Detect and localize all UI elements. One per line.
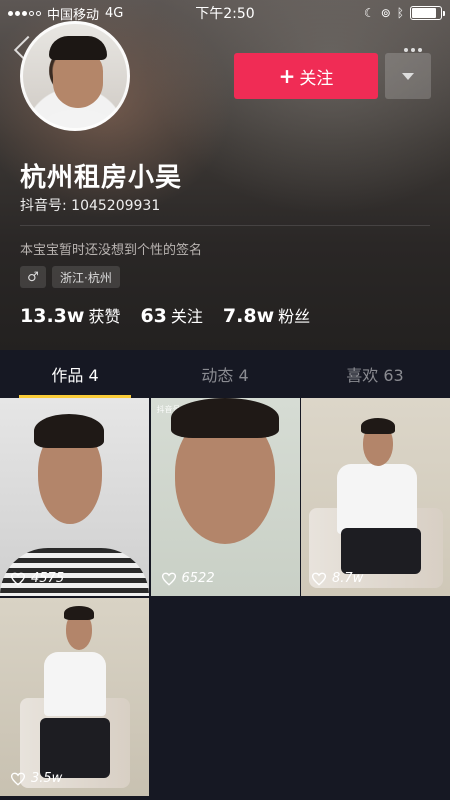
stat-likes: 13.3w 获赞: [20, 303, 120, 327]
location-tag: 浙江·杭州: [52, 266, 120, 288]
video-grid: 4575 抖音号:1045209931 6522 8.7w 3.5w: [0, 398, 450, 796]
stat-value: 7.8w: [222, 305, 275, 327]
profile-name: 杭州租房小吴: [20, 163, 183, 193]
more-options-icon[interactable]: [404, 48, 422, 52]
like-count-value: 3.5w: [31, 771, 63, 786]
profile-bio: 本宝宝暂时还没想到个性的签名: [20, 243, 203, 258]
rotation-lock-icon: ⊚: [380, 6, 391, 20]
profile-stats: 13.3w 获赞 63 关注 7.8w 粉丝: [20, 303, 310, 327]
moon-icon: ☾: [363, 6, 375, 20]
avatar[interactable]: [20, 21, 130, 131]
like-count-value: 6522: [181, 571, 215, 586]
like-count: 8.7w: [311, 571, 363, 586]
battery-icon: [410, 6, 445, 20]
douyin-id: 抖音号: 1045209931: [20, 198, 161, 214]
video-thumbnail[interactable]: 8.7w: [301, 398, 450, 596]
tab-likes[interactable]: 喜欢 63: [300, 350, 450, 398]
stat-label: 粉丝: [278, 307, 311, 326]
stat-followers[interactable]: 7.8w 粉丝: [223, 303, 310, 327]
follow-button[interactable]: + 关注: [234, 53, 378, 99]
like-count-value: 4575: [31, 571, 65, 586]
network-label: 4G: [105, 5, 124, 21]
follow-button-label: 关注: [299, 68, 334, 89]
profile-tabs: 作品 4 动态 4 喜欢 63: [0, 350, 450, 398]
clock: 下午2:50: [195, 6, 255, 22]
like-count-value: 8.7w: [332, 571, 364, 586]
divider: [20, 225, 430, 226]
tab-activity[interactable]: 动态 4: [150, 350, 300, 398]
tab-works[interactable]: 作品 4: [0, 350, 150, 398]
heart-icon: [10, 572, 26, 586]
stat-label: 关注: [170, 307, 203, 326]
heart-icon: [161, 572, 176, 586]
stat-label: 获赞: [88, 307, 121, 326]
stat-value: 13.3w: [20, 305, 85, 327]
recommend-dropdown-button[interactable]: [385, 53, 431, 99]
plus-icon: +: [278, 64, 296, 88]
like-count: 3.5w: [10, 771, 62, 786]
like-count: 4575: [10, 571, 64, 586]
chevron-down-icon: [402, 72, 414, 80]
video-thumbnail[interactable]: 抖音号:1045209931 6522: [150, 398, 300, 596]
heart-icon: [311, 572, 327, 586]
gender-male-icon: ♂: [20, 266, 46, 288]
video-thumbnail[interactable]: 4575: [0, 398, 149, 596]
stat-following[interactable]: 63 关注: [140, 303, 202, 327]
bluetooth-icon: ᛒ: [396, 6, 404, 20]
heart-icon: [10, 772, 26, 786]
carrier-label: 中国移动: [47, 7, 100, 23]
signal-icon: [8, 10, 41, 16]
like-count: 6522: [161, 571, 215, 586]
profile-tags: ♂ 浙江·杭州: [20, 266, 120, 288]
video-thumbnail[interactable]: 3.5w: [0, 598, 149, 796]
stat-value: 63: [140, 305, 167, 327]
